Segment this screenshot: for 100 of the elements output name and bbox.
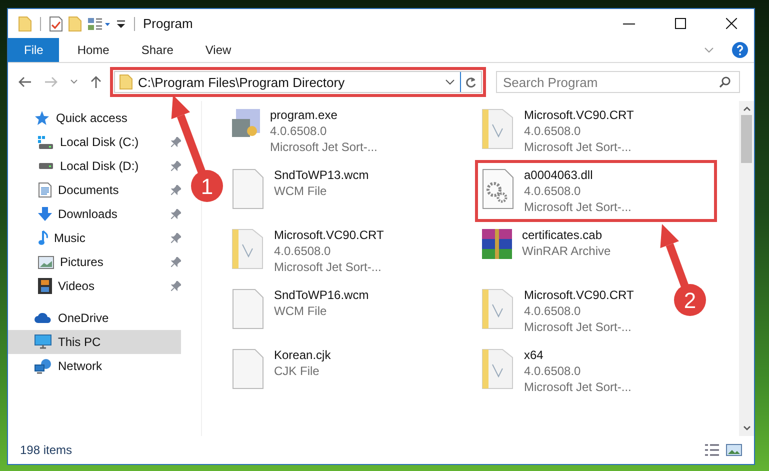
scroll-thumb[interactable]: [741, 115, 752, 163]
file-name: program.exe: [270, 107, 338, 123]
file-item[interactable]: Microsoft.VC90.CRT 4.0.6508.0 Microsoft Jet Sort-...: [228, 223, 388, 279]
scrollbar[interactable]: [739, 101, 754, 436]
file-name: Microsoft.VC90.CRT: [524, 287, 634, 303]
address-path: C:\Program Files\Program Directory: [138, 74, 346, 90]
sidebar-item[interactable]: Documents: [8, 178, 125, 202]
sidebar-item[interactable]: Local Disk (C:): [8, 130, 145, 154]
archive-icon: [482, 229, 512, 259]
file-name: Microsoft.VC90.CRT: [524, 107, 634, 123]
refresh-icon: [465, 76, 477, 88]
customize-icon[interactable]: [116, 18, 126, 28]
view-icon[interactable]: [87, 16, 111, 30]
help-icon[interactable]: [732, 42, 748, 58]
pictures-icon: [38, 256, 54, 268]
file-detail: 4.0.6508.0: [524, 303, 582, 319]
pin-icon[interactable]: [171, 281, 181, 291]
sidebar-item[interactable]: Pictures: [8, 250, 110, 274]
network-icon: [34, 358, 52, 374]
recent-locations-icon[interactable]: [70, 79, 78, 85]
file-detail: WCM File: [274, 183, 328, 199]
file-item[interactable]: program.exe 4.0.6508.0 Microsoft Jet Sort-...: [228, 103, 382, 159]
file-icon: [232, 349, 264, 389]
large-icons-view-icon[interactable]: [726, 443, 742, 457]
file-item[interactable]: Korean.cjk CJK File: [228, 343, 335, 393]
file-detail: 4.0.6508.0: [524, 183, 582, 199]
pin-icon[interactable]: [171, 233, 181, 243]
window-title: Program: [143, 16, 193, 31]
properties-icon[interactable]: [49, 16, 63, 32]
sidebar-item[interactable]: This PC: [8, 330, 181, 354]
download-icon: [38, 207, 52, 221]
drive-icon: [38, 163, 54, 169]
file-item[interactable]: SndToWP16.wcm WCM File: [228, 283, 373, 333]
sidebar-item[interactable]: Downloads: [8, 202, 124, 226]
file-name: x64: [524, 347, 544, 363]
drive-icon: [38, 136, 54, 148]
program-icon: [232, 109, 260, 137]
file-detail: 4.0.6508.0: [524, 363, 582, 379]
file-detail: 4.0.6508.0: [274, 243, 332, 259]
folder-icon: [482, 349, 514, 389]
file-item[interactable]: Microsoft.VC90.CRT 4.0.6508.0 Microsoft Jet Sort-...: [478, 103, 638, 159]
folder-icon: [482, 109, 514, 149]
back-icon[interactable]: [18, 76, 32, 88]
file-item[interactable]: Microsoft.VC90.CRT 4.0.6508.0 Microsoft Jet Sort-...: [478, 283, 638, 339]
file-detail: 4.0.6508.0: [270, 123, 328, 139]
file-detail: Microsoft Jet Sort-...: [524, 319, 632, 335]
computer-icon: [34, 334, 52, 350]
details-view-icon[interactable]: [704, 443, 720, 457]
music-note-icon: [38, 230, 48, 246]
sidebar-item[interactable]: Music: [8, 226, 92, 250]
file-icon: [232, 169, 264, 209]
sidebar-item[interactable]: Videos: [8, 274, 100, 298]
scroll-up-icon[interactable]: [742, 106, 750, 111]
sidebar-item[interactable]: Local Disk (D:): [8, 154, 145, 178]
close-icon: [726, 18, 736, 29]
dropdown-icon[interactable]: [445, 79, 455, 85]
minimize-icon: [623, 22, 635, 24]
file-detail: 4.0.6508.0: [524, 123, 582, 139]
film-icon: [38, 278, 52, 294]
file-name: Microsoft.VC90.CRT: [274, 227, 384, 243]
file-name: a0004063.dll: [524, 167, 594, 183]
pin-icon[interactable]: [171, 209, 181, 219]
sidebar-item[interactable]: Quick access: [8, 106, 134, 130]
pin-icon[interactable]: [171, 161, 181, 171]
file-icon: [232, 289, 264, 329]
file-detail: Microsoft Jet Sort-...: [270, 139, 378, 155]
file-detail: Microsoft Jet Sort-...: [524, 139, 632, 155]
search-field[interactable]: Search Program: [496, 71, 740, 93]
file-detail: Microsoft Jet Sort-...: [524, 199, 632, 215]
ribbon-tab[interactable]: View: [191, 38, 246, 62]
expand-ribbon-icon[interactable]: [704, 47, 714, 53]
file-name: Korean.cjk: [274, 347, 331, 363]
document-icon: [38, 182, 52, 198]
folder-icon: [482, 289, 514, 329]
star-icon: [34, 110, 50, 126]
file-item[interactable]: a0004063.dll 4.0.6508.0 Microsoft Jet Sort-...: [478, 163, 714, 219]
pin-icon[interactable]: [171, 137, 181, 147]
folder-icon: [232, 229, 264, 269]
up-icon[interactable]: [90, 75, 102, 89]
folder-icon: [119, 74, 133, 90]
file-item[interactable]: certificates.cab WinRAR Archive: [478, 223, 615, 263]
search-icon[interactable]: [719, 76, 731, 88]
ribbon-tab[interactable]: Home: [63, 38, 124, 62]
sidebar-item[interactable]: Network: [8, 354, 108, 378]
file-item[interactable]: SndToWP13.wcm WCM File: [228, 163, 373, 213]
maximize-icon: [674, 18, 686, 29]
step-number: 2: [674, 284, 706, 316]
item-count: 198 items: [20, 443, 72, 457]
scroll-down-icon[interactable]: [742, 426, 750, 431]
file-item[interactable]: x64 4.0.6508.0 Microsoft Jet Sort-...: [478, 343, 636, 399]
cloud-icon: [34, 313, 52, 323]
pin-icon[interactable]: [171, 185, 181, 195]
sidebar-item[interactable]: OneDrive: [8, 306, 115, 330]
file-name: certificates.cab: [522, 227, 604, 243]
file-detail: Microsoft Jet Sort-...: [274, 259, 382, 275]
file-detail: Microsoft Jet Sort-...: [524, 379, 632, 395]
step-number: 1: [191, 170, 223, 202]
pin-icon[interactable]: [171, 257, 181, 267]
ribbon-tab[interactable]: Share: [127, 38, 188, 62]
ribbon-tab[interactable]: File: [8, 38, 60, 62]
